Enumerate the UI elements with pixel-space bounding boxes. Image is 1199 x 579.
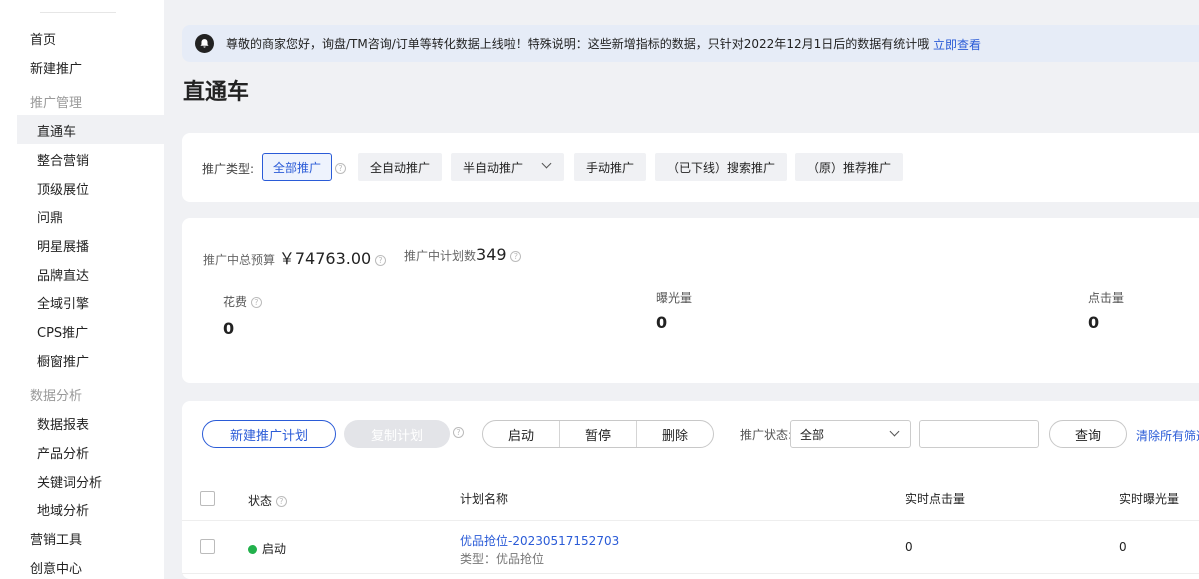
help-icon[interactable]: ? bbox=[335, 163, 346, 174]
filter-chip-all[interactable]: 全部推广 bbox=[262, 153, 333, 181]
sidebar-item-home[interactable]: 首页 bbox=[30, 29, 56, 48]
plans-count-label: 推广中计划数 bbox=[404, 249, 477, 263]
new-plan-button[interactable]: 新建推广计划 bbox=[202, 420, 336, 448]
filter-chip-label: 半自动推广 bbox=[463, 160, 524, 175]
metric-clicks-label: 点击量 bbox=[1088, 291, 1125, 305]
status-dot-icon bbox=[248, 545, 257, 554]
plans-count: 推广中计划数349 ? bbox=[404, 245, 522, 264]
filter-chip-search-offline[interactable]: （已下线）搜索推广 bbox=[655, 153, 788, 181]
plan-name-link[interactable]: 优品抢位-20230517152703 bbox=[460, 532, 619, 549]
sidebar-item-integrated-marketing[interactable]: 整合营销 bbox=[37, 150, 89, 169]
realtime-impressions-cell: 0 bbox=[1119, 540, 1127, 554]
notice-bar: 尊敬的商家您好，询盘/TM咨询/订单等转化数据上线啦！特殊说明：这些新增指标的数… bbox=[182, 25, 1199, 62]
start-button[interactable]: 启动 bbox=[483, 421, 560, 447]
metric-cost-value: 0 bbox=[223, 319, 235, 338]
sidebar-group-data-analysis: 数据分析 bbox=[30, 389, 83, 404]
sidebar-group-promotion-management: 推广管理 bbox=[30, 96, 83, 111]
plans-card: 新建推广计划 复制计划 ? 启动 暂停 删除 推广状态: 全部 查询 清除所有筛… bbox=[182, 401, 1199, 579]
help-icon[interactable]: ? bbox=[510, 251, 522, 262]
notice-text: 尊敬的商家您好，询盘/TM咨询/订单等转化数据上线啦！特殊说明：这些新增指标的数… bbox=[226, 37, 930, 51]
sidebar: 首页 新建推广 推广管理 直通车 整合营销 顶级展位 问鼎 明星展播 品牌直达 … bbox=[0, 0, 164, 579]
plans-count-value: 349 bbox=[476, 245, 507, 264]
metric-clicks-value: 0 bbox=[1088, 313, 1100, 332]
sidebar-item-brand-direct[interactable]: 品牌直达 bbox=[37, 265, 89, 284]
sidebar-item-new-promotion[interactable]: 新建推广 bbox=[30, 58, 82, 77]
status-badge: 启动 bbox=[248, 540, 286, 557]
search-input[interactable] bbox=[919, 420, 1039, 448]
chevron-down-icon bbox=[541, 158, 552, 169]
row-checkbox[interactable] bbox=[200, 539, 215, 554]
sidebar-item-creative-center[interactable]: 创意中心 bbox=[30, 558, 82, 577]
action-button-group: 启动 暂停 删除 bbox=[482, 420, 714, 448]
total-budget-value: ￥74763.00 bbox=[278, 249, 372, 268]
plan-type: 类型：优品抢位 bbox=[460, 552, 545, 566]
sidebar-item-star-showcase[interactable]: 明星展播 bbox=[37, 236, 89, 255]
status-text: 启动 bbox=[262, 542, 287, 556]
realtime-clicks-cell: 0 bbox=[905, 540, 913, 554]
query-button[interactable]: 查询 bbox=[1049, 420, 1127, 448]
metric-cost-label: 花费 ? bbox=[223, 293, 262, 310]
filter-chip-full-auto[interactable]: 全自动推广 bbox=[358, 153, 443, 181]
column-header-plan-name: 计划名称 bbox=[460, 492, 509, 506]
sidebar-item-global-engine[interactable]: 全域引擎 bbox=[37, 293, 89, 312]
sidebar-item-keyword-analysis[interactable]: 关键词分析 bbox=[37, 472, 102, 491]
filter-chip-label: 全部推广 bbox=[273, 160, 322, 175]
sidebar-item-zhitongche[interactable]: 直通车 bbox=[37, 121, 76, 140]
notice-view-link[interactable]: 立即查看 bbox=[933, 36, 981, 53]
filter-chip-label: 手动推广 bbox=[586, 160, 635, 175]
status-filter-label: 推广状态: bbox=[740, 428, 793, 442]
status-select-value: 全部 bbox=[800, 427, 825, 442]
bell-icon bbox=[195, 34, 214, 53]
metric-impressions-value: 0 bbox=[656, 313, 668, 332]
sidebar-item-product-analysis[interactable]: 产品分析 bbox=[37, 443, 89, 462]
copy-plan-button[interactable]: 复制计划 bbox=[344, 420, 450, 448]
total-budget-label: 推广中总预算 bbox=[203, 253, 276, 267]
pause-button[interactable]: 暂停 bbox=[560, 421, 637, 447]
help-icon[interactable]: ? bbox=[275, 496, 287, 507]
filter-chip-label: （已下线）搜索推广 bbox=[667, 160, 776, 175]
column-header-realtime-clicks: 实时点击量 bbox=[905, 492, 966, 506]
promotion-type-label: 推广类型: bbox=[202, 162, 255, 176]
metric-label-text: 花费 bbox=[223, 295, 248, 309]
help-icon[interactable]: ? bbox=[453, 427, 464, 438]
select-all-checkbox[interactable] bbox=[200, 491, 215, 506]
column-header-status: 状态 ? bbox=[248, 492, 287, 509]
delete-button[interactable]: 删除 bbox=[637, 421, 713, 447]
filter-chip-label: （原）推荐推广 bbox=[807, 160, 892, 175]
metric-impressions-label: 曝光量 bbox=[656, 291, 693, 305]
summary-card: 推广中总预算 ￥74763.00 ? 推广中计划数349 ? 花费 ? 0 曝光… bbox=[182, 218, 1199, 383]
sidebar-item-showcase[interactable]: 橱窗推广 bbox=[37, 351, 89, 370]
total-budget: 推广中总预算 ￥74763.00 ? bbox=[203, 245, 387, 269]
sidebar-item-cps[interactable]: CPS推广 bbox=[37, 322, 88, 341]
help-icon[interactable]: ? bbox=[250, 297, 262, 308]
help-icon[interactable]: ? bbox=[375, 255, 387, 266]
filter-chip-semi-auto[interactable]: 半自动推广 bbox=[451, 153, 564, 181]
filter-chip-recommend[interactable]: （原）推荐推广 bbox=[795, 153, 904, 181]
column-header-realtime-impressions: 实时曝光量 bbox=[1119, 492, 1180, 506]
filter-chip-label: 全自动推广 bbox=[370, 160, 431, 175]
sidebar-item-wending[interactable]: 问鼎 bbox=[37, 207, 63, 226]
chevron-down-icon bbox=[889, 426, 900, 437]
sidebar-divider bbox=[40, 12, 116, 13]
column-header-text: 状态 bbox=[248, 494, 273, 508]
clear-filters-link[interactable]: 清除所有筛选 bbox=[1136, 427, 1199, 444]
promotion-type-filter-card: 推广类型: 全部推广 ? 全自动推广 半自动推广 手动推广 （已下线）搜索推广 … bbox=[182, 133, 1199, 202]
sidebar-item-region-analysis[interactable]: 地域分析 bbox=[37, 500, 89, 519]
status-select[interactable]: 全部 bbox=[790, 420, 911, 448]
sidebar-item-top-placement[interactable]: 顶级展位 bbox=[37, 179, 89, 198]
table-row-divider bbox=[182, 573, 1199, 574]
filter-chip-manual[interactable]: 手动推广 bbox=[574, 153, 647, 181]
sidebar-item-marketing-tools[interactable]: 营销工具 bbox=[30, 529, 82, 548]
table-header-divider bbox=[182, 520, 1199, 521]
page-title: 直通车 bbox=[183, 80, 250, 105]
sidebar-item-data-report[interactable]: 数据报表 bbox=[37, 414, 89, 433]
